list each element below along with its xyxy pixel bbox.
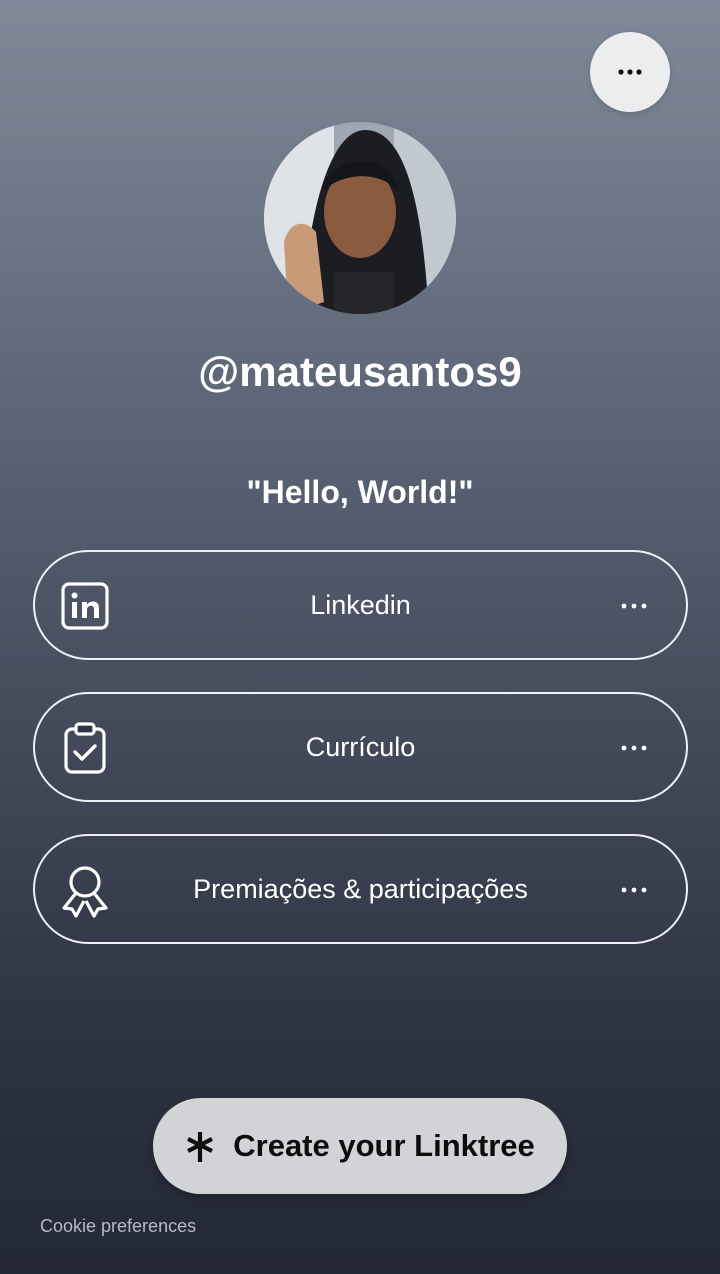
more-horizontal-icon	[618, 69, 642, 75]
avatar	[264, 122, 456, 314]
more-horizontal-icon[interactable]	[620, 878, 648, 902]
profile-photo	[264, 122, 456, 314]
award-ribbon-icon	[57, 862, 113, 918]
more-horizontal-icon[interactable]	[620, 594, 648, 618]
link-label: Linkedin	[310, 589, 411, 620]
page-menu-button[interactable]	[590, 32, 670, 112]
linktree-asterisk-icon	[185, 1130, 215, 1162]
profile-username: @mateusantos9	[198, 348, 522, 395]
create-linktree-button[interactable]: Create your Linktree	[153, 1098, 567, 1194]
link-label: Currículo	[305, 731, 416, 762]
cookie-preferences-link[interactable]: Cookie preferences	[40, 1216, 196, 1237]
more-horizontal-icon[interactable]	[620, 736, 648, 760]
link-button-premiacoes[interactable]: Premiações & participações	[33, 834, 688, 944]
profile-bio: "Hello, World!"	[246, 474, 474, 510]
link-label: Premiações & participações	[193, 873, 528, 904]
create-linktree-label: Create your Linktree	[233, 1128, 535, 1163]
clipboard-check-icon	[57, 720, 113, 776]
link-button-curriculo[interactable]: Currículo	[33, 692, 688, 802]
linkedin-icon	[57, 578, 113, 634]
link-button-linkedin[interactable]: Linkedin	[33, 550, 688, 660]
